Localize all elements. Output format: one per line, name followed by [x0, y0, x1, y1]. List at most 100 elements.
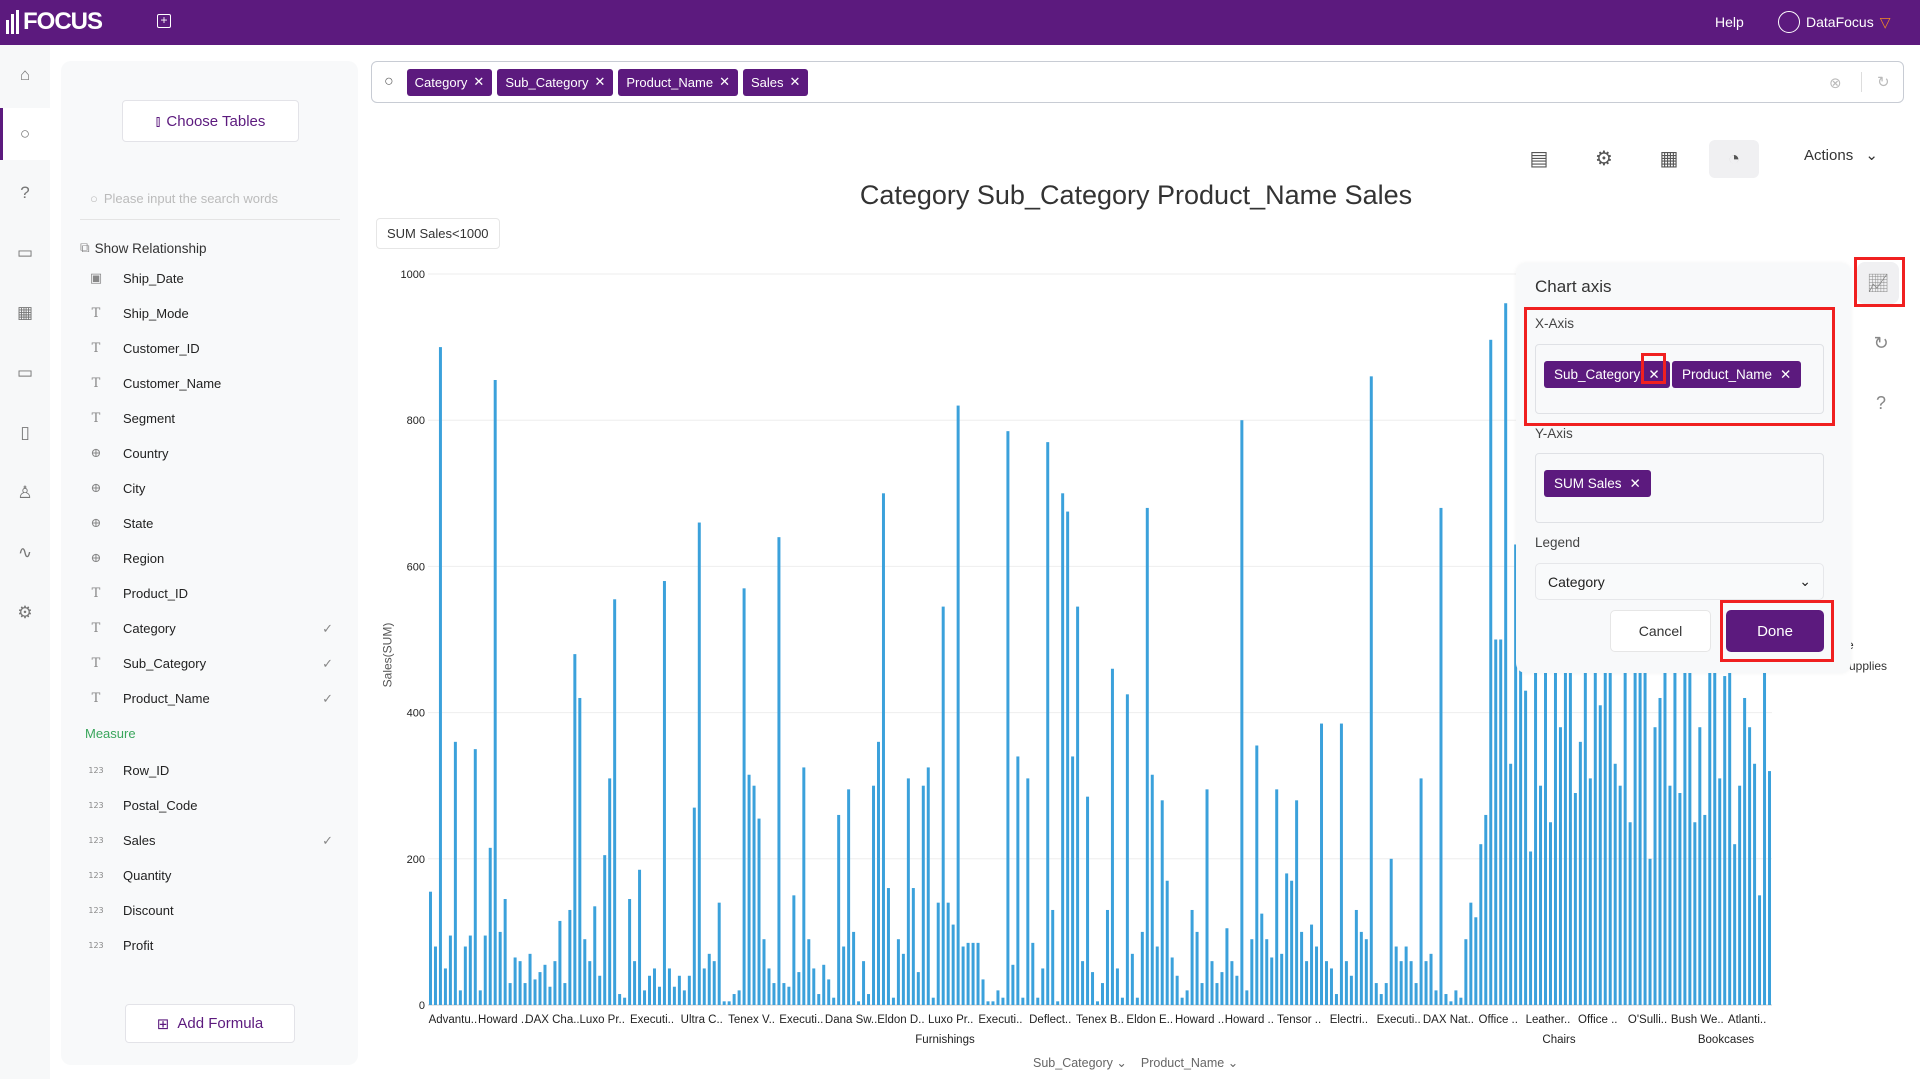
bar[interactable]: [1389, 858, 1393, 1005]
bar[interactable]: [702, 968, 706, 1005]
bar[interactable]: [722, 1001, 726, 1005]
bar[interactable]: [1280, 953, 1284, 1005]
bar[interactable]: [996, 990, 1000, 1005]
bar[interactable]: [916, 972, 920, 1005]
field-item[interactable]: T Customer_ID: [81, 331, 341, 366]
bar[interactable]: [677, 975, 681, 1005]
bar[interactable]: [1539, 785, 1543, 1005]
bar[interactable]: [1195, 931, 1199, 1005]
user-menu[interactable]: DataFocus ▽: [1778, 11, 1890, 33]
bar[interactable]: [1763, 639, 1767, 1006]
bar[interactable]: [1658, 697, 1662, 1005]
pulse-icon[interactable]: ∿: [13, 541, 37, 565]
bar[interactable]: [1593, 639, 1597, 1006]
bar[interactable]: [1349, 975, 1353, 1005]
bar[interactable]: [463, 946, 467, 1005]
remove-icon[interactable]: ✕: [1648, 367, 1659, 383]
answer-card-icon[interactable]: ▤: [1514, 140, 1564, 178]
bar[interactable]: [593, 906, 597, 1005]
bar[interactable]: [857, 1001, 861, 1005]
field-item[interactable]: T Sub_Category ✓: [81, 646, 341, 681]
bar[interactable]: [1544, 654, 1548, 1005]
bar[interactable]: [926, 767, 930, 1005]
bar[interactable]: [956, 405, 960, 1005]
user-icon[interactable]: ♙: [13, 481, 37, 505]
bar[interactable]: [1061, 493, 1065, 1005]
search-token[interactable]: Sub_Category ✕: [497, 68, 614, 96]
bar[interactable]: [518, 961, 522, 1005]
bar[interactable]: [1295, 800, 1299, 1005]
help-link[interactable]: Help: [1715, 14, 1744, 30]
bar[interactable]: [767, 968, 771, 1005]
clipboard-icon[interactable]: ▯: [13, 421, 37, 445]
field-item[interactable]: 123 Quantity: [81, 858, 341, 893]
bar[interactable]: [971, 942, 975, 1005]
bar[interactable]: [1693, 822, 1697, 1005]
bar[interactable]: [1553, 624, 1557, 1005]
search-bar[interactable]: ○ Category ✕ Sub_Category ✕ Product_Name ✕ Sal…: [371, 61, 1904, 103]
bar[interactable]: [1305, 961, 1309, 1005]
bar[interactable]: [578, 697, 582, 1005]
bar[interactable]: [1678, 793, 1682, 1005]
bar[interactable]: [1235, 975, 1239, 1005]
bar[interactable]: [951, 924, 955, 1005]
bar[interactable]: [961, 946, 965, 1005]
bar[interactable]: [727, 1001, 731, 1005]
table-view-icon[interactable]: ▦: [1644, 140, 1694, 178]
bar[interactable]: [1548, 822, 1552, 1005]
bar[interactable]: [1603, 639, 1607, 1006]
bar[interactable]: [1031, 942, 1035, 1005]
bar[interactable]: [453, 741, 457, 1005]
bar[interactable]: [1105, 909, 1109, 1005]
bar[interactable]: [1155, 946, 1159, 1005]
folder-icon[interactable]: ▭: [13, 361, 37, 385]
bar[interactable]: [792, 895, 796, 1005]
remove-icon[interactable]: ✕: [594, 74, 605, 90]
bar[interactable]: [508, 983, 512, 1005]
bar[interactable]: [1688, 654, 1692, 1005]
bar[interactable]: [1439, 507, 1443, 1005]
bar[interactable]: [1016, 756, 1020, 1005]
bar[interactable]: [1324, 961, 1328, 1005]
chart-axis-icon[interactable]: 📈︎: [1857, 262, 1899, 304]
bar[interactable]: [1255, 745, 1259, 1005]
field-item[interactable]: T Customer_Name: [81, 366, 341, 401]
bar[interactable]: [1006, 431, 1010, 1005]
bar[interactable]: [1563, 639, 1567, 1006]
bar[interactable]: [1698, 727, 1702, 1005]
bar[interactable]: [1190, 909, 1194, 1005]
bar[interactable]: [737, 990, 741, 1005]
bar[interactable]: [468, 935, 472, 1005]
bar[interactable]: [478, 990, 482, 1005]
bar[interactable]: [1310, 924, 1314, 1005]
bar[interactable]: [1096, 1001, 1100, 1005]
remove-icon[interactable]: ✕: [473, 74, 484, 90]
bar[interactable]: [832, 997, 836, 1005]
add-formula-button[interactable]: ⊞ Add Formula: [125, 1004, 295, 1043]
bar[interactable]: [1499, 639, 1503, 1006]
bar[interactable]: [428, 891, 432, 1005]
bar[interactable]: [1320, 723, 1324, 1005]
bar[interactable]: [583, 939, 587, 1005]
bar[interactable]: [1638, 661, 1642, 1005]
bar[interactable]: [1110, 668, 1114, 1005]
bar[interactable]: [1509, 763, 1513, 1005]
bar[interactable]: [1434, 990, 1438, 1005]
chart-view-icon[interactable]: ◔: [1709, 140, 1759, 178]
bar[interactable]: [687, 975, 691, 1005]
bar[interactable]: [588, 961, 592, 1005]
bar[interactable]: [1225, 928, 1229, 1005]
bar[interactable]: [1713, 661, 1717, 1005]
bar[interactable]: [852, 931, 856, 1005]
bar[interactable]: [1464, 939, 1468, 1005]
bar[interactable]: [1135, 997, 1139, 1005]
bar[interactable]: [1245, 990, 1249, 1005]
bar[interactable]: [1046, 442, 1050, 1005]
bar[interactable]: [782, 983, 786, 1005]
bar[interactable]: [1748, 727, 1752, 1005]
bar[interactable]: [1354, 909, 1358, 1005]
bar[interactable]: [1489, 339, 1493, 1005]
presentation-icon[interactable]: ▭: [13, 241, 37, 265]
bar[interactable]: [1180, 997, 1184, 1005]
bar[interactable]: [772, 983, 776, 1005]
